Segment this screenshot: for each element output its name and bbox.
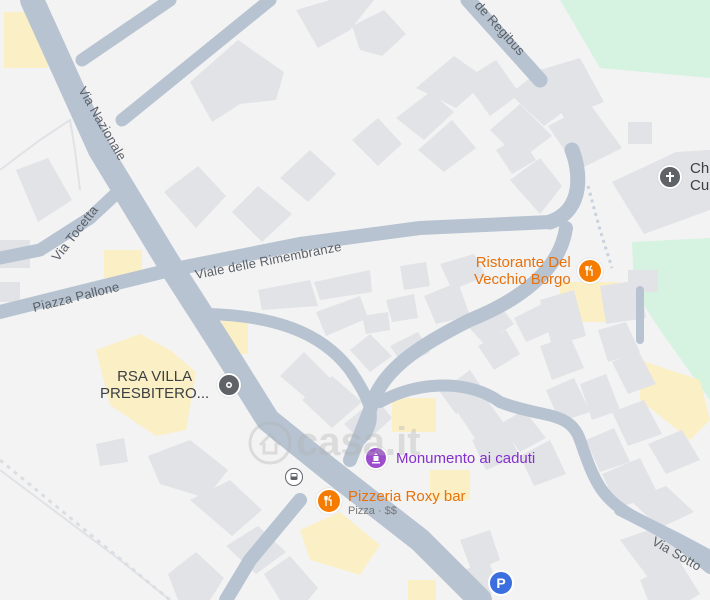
poi-rsa-line1: RSA VILLA — [117, 368, 193, 385]
poi-rsa-villa-presbitero[interactable]: RSA VILLA PRESBITERO... — [100, 368, 242, 402]
poi-chiesa-line1: Chi — [690, 160, 710, 177]
poi-ristorante-line1: Ristorante Del — [475, 254, 571, 271]
house-logo-icon — [248, 421, 292, 464]
street-label-de-regibus: de Regibus — [472, 0, 529, 59]
poi-pizzeria-roxy-bar[interactable]: Pizzeria Roxy bar Pizza · $$ — [316, 488, 466, 517]
parking-icon[interactable]: P — [488, 570, 514, 596]
watermark-text: casa.it — [296, 420, 421, 464]
fork-knife-icon — [576, 258, 603, 284]
place-pin-icon — [217, 373, 242, 397]
poi-pizzeria-text: Pizzeria Roxy bar Pizza · $$ — [348, 488, 466, 517]
poi-rsa-line2: PRESBITERO... — [100, 385, 210, 402]
bus-stop-icon[interactable] — [285, 468, 303, 486]
poi-chiesa[interactable]: Chi Cu — [658, 160, 710, 194]
street-label-piazza-pallone: Piazza Pallone — [31, 279, 121, 315]
watermark: casa.it — [248, 420, 421, 465]
poi-rsa-label: RSA VILLA PRESBITERO... — [100, 368, 209, 402]
road-north — [75, 0, 177, 67]
poi-ristorante-label: Ristorante Del Vecchio Borgo — [474, 254, 571, 288]
poi-chiesa-line2: Cu — [690, 177, 710, 194]
map-canvas[interactable]: Via Nazionale Via Tocetta Piazza Pallone… — [0, 0, 710, 600]
poi-pizzeria-sub: Pizza · $$ — [348, 505, 397, 517]
fork-knife-icon — [316, 488, 342, 514]
cross-icon — [658, 165, 682, 189]
poi-chiesa-label: Chi Cu — [690, 160, 710, 194]
poi-pizzeria-label: Pizzeria Roxy bar — [348, 488, 466, 505]
poi-ristorante-vecchio-borgo[interactable]: Ristorante Del Vecchio Borgo — [474, 254, 603, 288]
poi-ristorante-line2: Vecchio Borgo — [474, 271, 571, 288]
